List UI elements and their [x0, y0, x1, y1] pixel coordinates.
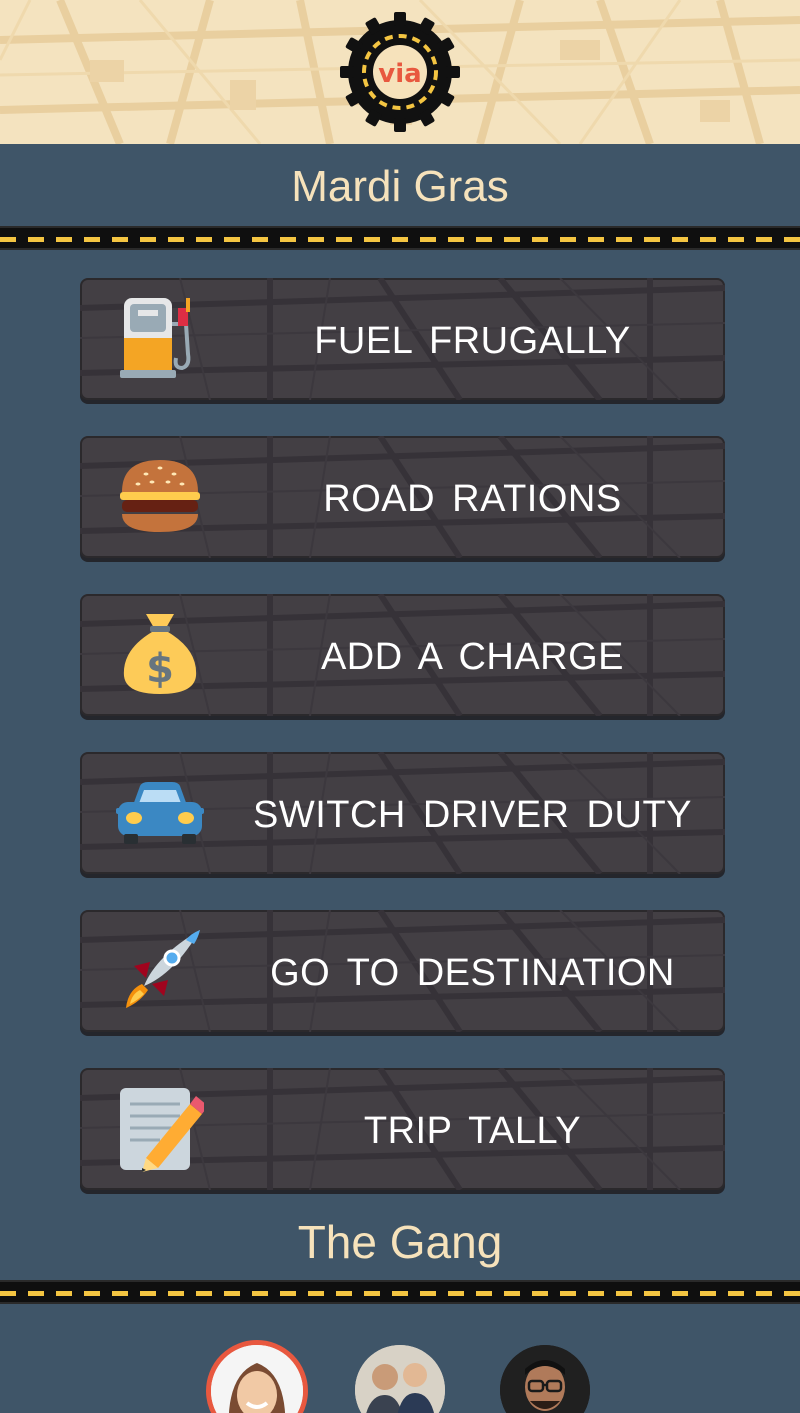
go-to-destination-label: GO TO DESTINATION: [270, 952, 675, 994]
action-menu: FUEL FRUGALLY ROAD RATIONS $ ADD A CHARG…: [80, 278, 725, 1226]
rocket-icon: [126, 930, 200, 1008]
trip-tally-label: TRIP TALLY: [363, 1110, 582, 1152]
map-header: via: [0, 0, 800, 144]
logo-text: via: [378, 59, 421, 89]
car-icon: [116, 782, 204, 844]
add-a-charge-label: ADD A CHARGE: [320, 636, 625, 678]
gang-title: The Gang: [297, 1216, 503, 1268]
memo-pencil-icon: [120, 1088, 204, 1172]
road-rations-button[interactable]: ROAD RATIONS: [80, 436, 725, 558]
gang-members: [0, 1340, 800, 1413]
member-avatar-2[interactable]: [355, 1345, 445, 1413]
switch-driver-duty-label: SWITCH DRIVER DUTY: [253, 794, 692, 836]
avatar-two-men: [355, 1345, 445, 1413]
svg-text:$: $: [146, 646, 174, 692]
road-divider: [0, 226, 800, 250]
avatar-woman-smiling: [211, 1345, 303, 1413]
add-a-charge-button[interactable]: $ ADD A CHARGE: [80, 594, 725, 716]
fuel-frugally-button[interactable]: FUEL FRUGALLY: [80, 278, 725, 400]
member-avatar-3[interactable]: [500, 1345, 590, 1413]
money-bag-icon: $: [123, 614, 197, 694]
fuel-pump-icon: [120, 298, 191, 378]
via-logo[interactable]: via: [340, 12, 460, 132]
road-rations-label: ROAD RATIONS: [323, 478, 622, 520]
trip-title: Mardi Gras: [291, 162, 509, 211]
trip-tally-button[interactable]: TRIP TALLY: [80, 1068, 725, 1190]
fuel-frugally-label: FUEL FRUGALLY: [314, 320, 631, 362]
go-to-destination-button[interactable]: GO TO DESTINATION: [80, 910, 725, 1032]
switch-driver-duty-button[interactable]: SWITCH DRIVER DUTY: [80, 752, 725, 874]
road-divider: [0, 1280, 800, 1304]
avatar-man-glasses: [500, 1345, 590, 1413]
member-avatar-1[interactable]: [206, 1340, 308, 1413]
hamburger-icon: [120, 460, 200, 532]
